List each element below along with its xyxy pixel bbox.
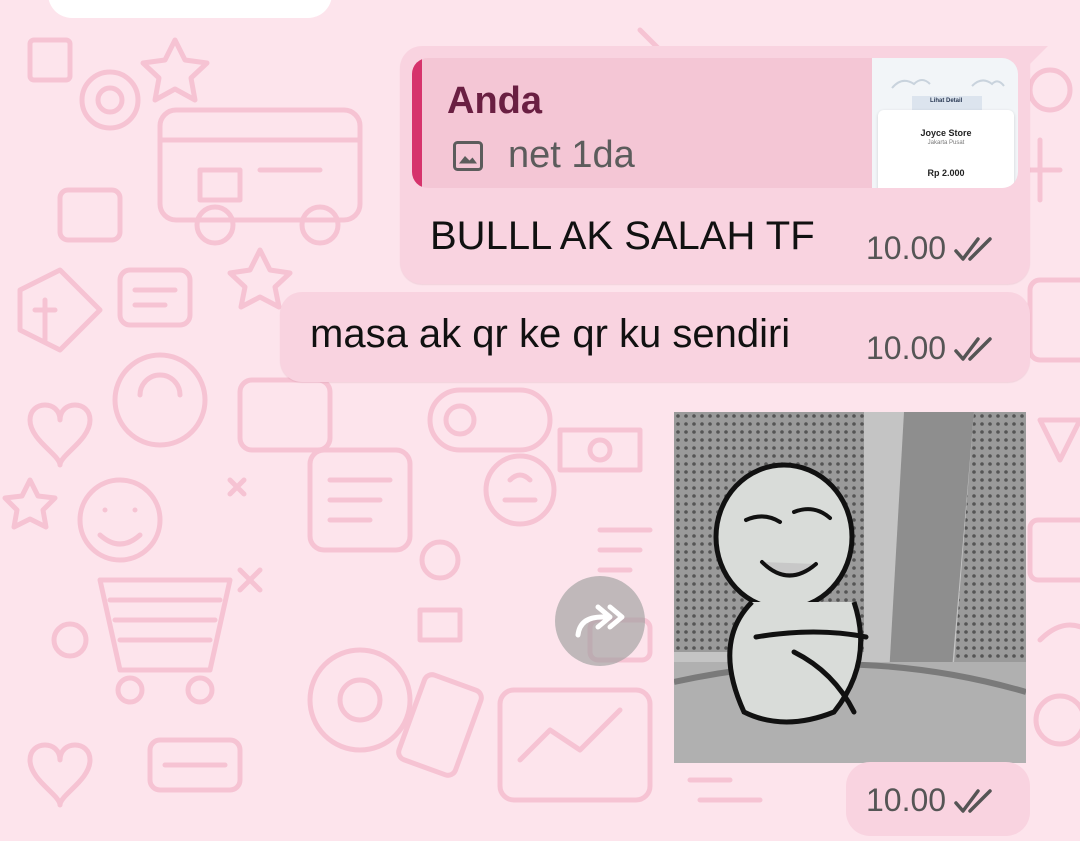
quote-thumbnail: Lihat Detail Joyce Store Jakarta Pusat R… (872, 58, 1018, 188)
double-check-icon (954, 788, 992, 813)
quote-author: Anda (447, 80, 542, 122)
bubble-tail (1026, 46, 1048, 68)
quote-text: net 1da (508, 134, 635, 176)
double-check-icon (954, 336, 992, 361)
forward-icon (575, 604, 625, 638)
message-meta: 10.00 (866, 330, 1000, 367)
receipt-card: Joyce Store Jakarta Pusat Rp 2.000 (878, 110, 1014, 188)
quoted-message[interactable]: Anda net 1da Lihat Detail Joyce Store Ja… (412, 58, 1018, 188)
double-check-icon (954, 236, 992, 261)
receipt-city: Jakarta Pusat (927, 140, 965, 146)
receipt-store: Joyce Store (920, 128, 972, 138)
message-time: 10.00 (866, 330, 947, 366)
image-icon (453, 141, 483, 171)
message-meta: 10.00 (866, 230, 1000, 267)
previous-message-bubble (48, 0, 332, 18)
forward-button[interactable] (555, 576, 645, 666)
message-time: 10.00 (866, 782, 947, 818)
outgoing-text-message[interactable]: masa ak qr ke qr ku sendiri 10.00 (280, 292, 1030, 382)
outgoing-reply-message[interactable]: Anda net 1da Lihat Detail Joyce Store Ja… (400, 46, 1048, 284)
receipt-amount: Rp 2.000 (927, 168, 965, 178)
thumbnail-button-label: Lihat Detail (930, 98, 963, 104)
sticker-image[interactable] (674, 412, 1026, 763)
message-text: BULLL AK SALAH TF (430, 214, 815, 258)
message-time: 10.00 (866, 230, 947, 266)
sticker-illustration (674, 412, 1026, 763)
quote-accent-bar (412, 58, 422, 188)
sticker-meta: 10.00 (846, 762, 1030, 836)
thumbnail-illustration (891, 79, 1005, 114)
message-text: masa ak qr ke qr ku sendiri (310, 312, 791, 356)
message-meta: 10.00 (866, 782, 1000, 819)
